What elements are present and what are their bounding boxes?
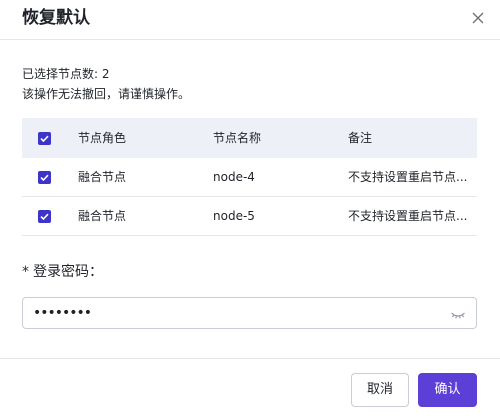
restore-default-dialog: 恢复默认 已选择节点数: 2 该操作无法撤回，请谨慎操作。 节点角色 节点名称 … xyxy=(0,0,500,418)
row-checkbox[interactable] xyxy=(38,210,51,223)
eye-closed-icon[interactable] xyxy=(450,307,466,321)
cancel-button[interactable]: 取消 xyxy=(351,373,409,407)
column-header-note: 备注 xyxy=(348,131,373,145)
checkbox-checked-icon xyxy=(40,213,49,221)
password-label: * 登录密码： xyxy=(22,263,103,281)
cell-name: node-5 xyxy=(213,209,255,223)
warning-text: 该操作无法撤回，请谨慎操作。 xyxy=(22,87,191,101)
checkbox-checked-icon xyxy=(40,174,49,182)
required-mark: * xyxy=(22,264,29,280)
password-value: •••••••• xyxy=(33,305,92,321)
row-checkbox[interactable] xyxy=(38,171,51,184)
footer-divider xyxy=(0,358,500,359)
column-header-name: 节点名称 xyxy=(213,131,262,145)
cell-name: node-4 xyxy=(213,170,255,184)
dialog-header: 恢复默认 xyxy=(0,0,500,40)
selected-count-text: 已选择节点数: 2 xyxy=(22,67,110,81)
cell-note: 不支持设置重启节点... xyxy=(348,170,468,184)
close-icon[interactable] xyxy=(468,8,488,28)
password-label-text: 登录密码： xyxy=(33,264,103,280)
confirm-button[interactable]: 确认 xyxy=(418,373,477,407)
node-table: 节点角色 节点名称 备注 融合节点 node-4 不支持设置重启节点... 融合… xyxy=(22,118,477,236)
select-all-checkbox[interactable] xyxy=(38,132,51,145)
table-header-row: 节点角色 节点名称 备注 xyxy=(22,118,477,158)
column-header-role: 节点角色 xyxy=(78,131,127,145)
checkbox-checked-icon xyxy=(40,135,49,143)
cell-note: 不支持设置重启节点... xyxy=(348,209,468,223)
cell-role: 融合节点 xyxy=(78,209,127,223)
table-row: 融合节点 node-4 不支持设置重启节点... xyxy=(22,158,477,197)
password-input[interactable]: •••••••• xyxy=(22,297,477,329)
cell-role: 融合节点 xyxy=(78,170,127,184)
dialog-title: 恢复默认 xyxy=(22,8,90,28)
table-row: 融合节点 node-5 不支持设置重启节点... xyxy=(22,197,477,236)
